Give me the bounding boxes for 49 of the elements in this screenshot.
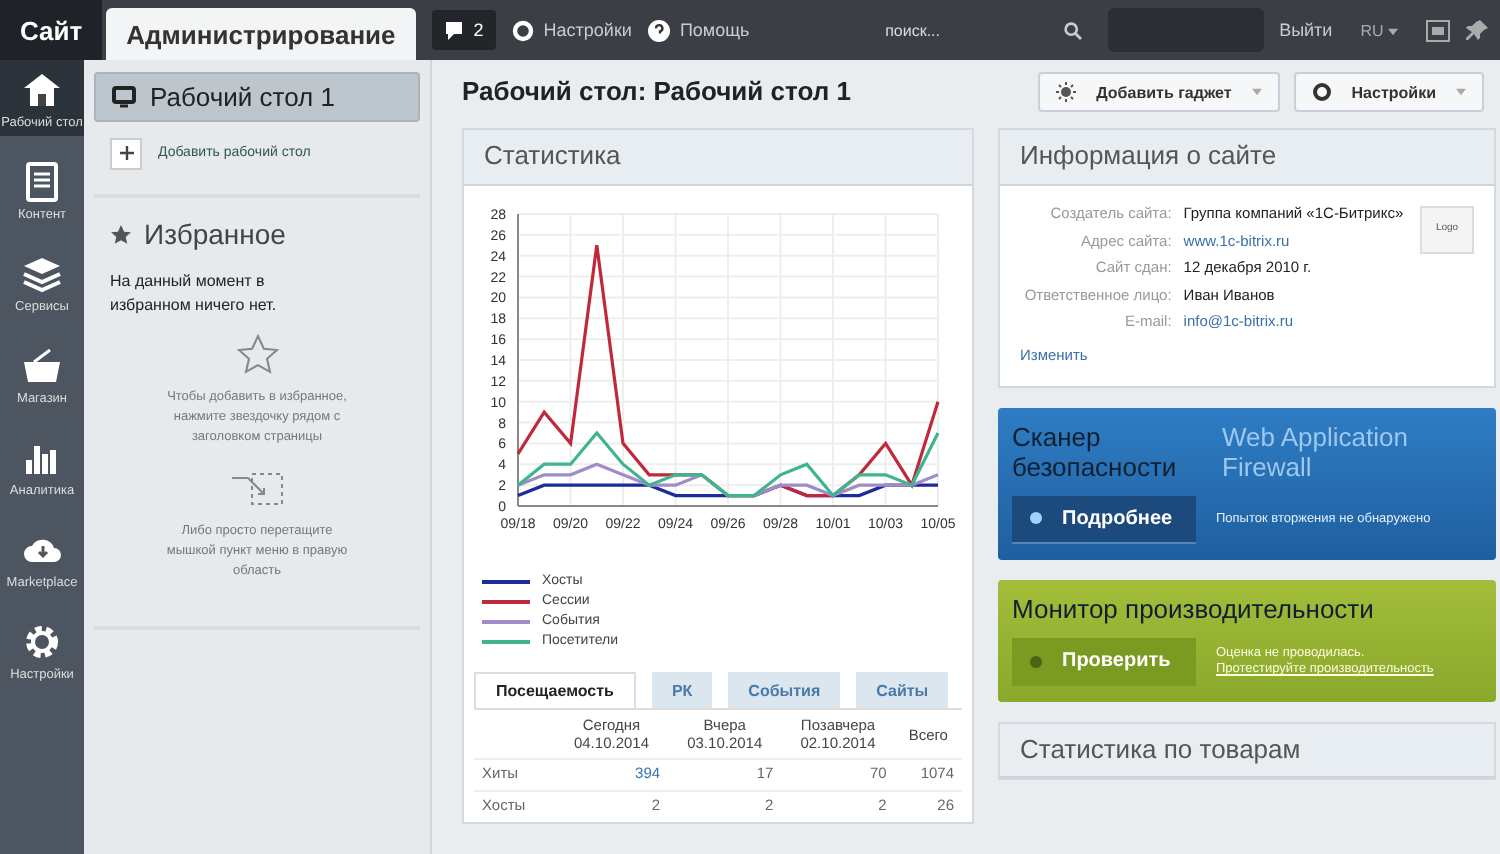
settings-icon (1311, 82, 1332, 102)
top-link[interactable]: Настройки (511, 19, 632, 41)
top-tab[interactable]: Администрирование (106, 8, 416, 60)
home-icon (22, 70, 62, 110)
card-header: Статистика по товарам (1000, 723, 1494, 779)
card-subtitle: Web Application Firewall (1222, 423, 1410, 484)
star-outline-icon (235, 334, 279, 377)
add-button[interactable] (110, 138, 142, 170)
card-header: Информация о сайте (1000, 130, 1494, 186)
notification-count: 2 (473, 20, 484, 40)
details-button[interactable]: Подробнее (1012, 495, 1196, 544)
empty-message: На данный момент в избранном ничего нет. (110, 270, 279, 319)
toolbar-button[interactable]: Добавить гаджет (1038, 72, 1280, 112)
search-field[interactable]: поиск... (875, 11, 1092, 49)
toolbar-button[interactable]: Настройки (1293, 72, 1484, 112)
stats-tab[interactable]: Посещаемость (474, 672, 636, 709)
star-icon (110, 223, 132, 246)
pin-icon[interactable] (1466, 19, 1488, 41)
help-icon (647, 19, 670, 41)
card-title: Монитор производительности (1012, 595, 1376, 625)
document-icon (22, 162, 62, 202)
stats-tab[interactable]: РК (651, 672, 713, 709)
layers-icon (22, 254, 62, 294)
stats-tab[interactable]: События (728, 672, 841, 709)
card-header: Статистика (464, 130, 972, 186)
logout-link[interactable]: Выйти (1279, 19, 1333, 41)
settings-icon (511, 19, 534, 41)
card-title: Сканер безопасности (1012, 423, 1179, 484)
top-link[interactable]: Помощь (647, 19, 750, 41)
window-icon[interactable] (1426, 19, 1450, 41)
drag-icon (229, 470, 285, 511)
message-icon (443, 19, 464, 41)
top-tab[interactable]: Сайт (0, 0, 103, 60)
line-series (516, 431, 940, 498)
caret-icon (1456, 88, 1466, 96)
favorites-title: Избранное (144, 218, 286, 251)
desktop-item[interactable]: Рабочий стол 1 (94, 72, 420, 122)
notifications-button[interactable]: 2 (431, 10, 496, 50)
gear-icon (22, 622, 62, 662)
page-title: Рабочий стол: Рабочий стол 1 (462, 77, 851, 107)
search-icon (1063, 21, 1082, 39)
stats-tab[interactable]: Сайты (856, 672, 949, 709)
plus-icon (119, 146, 133, 160)
monitor-icon (112, 86, 136, 108)
language-select[interactable]: RU (1348, 19, 1410, 41)
basket-icon (22, 346, 62, 386)
check-button[interactable]: Проверить (1012, 637, 1196, 685)
caret-icon (1388, 27, 1398, 35)
caret-icon (1251, 88, 1262, 96)
